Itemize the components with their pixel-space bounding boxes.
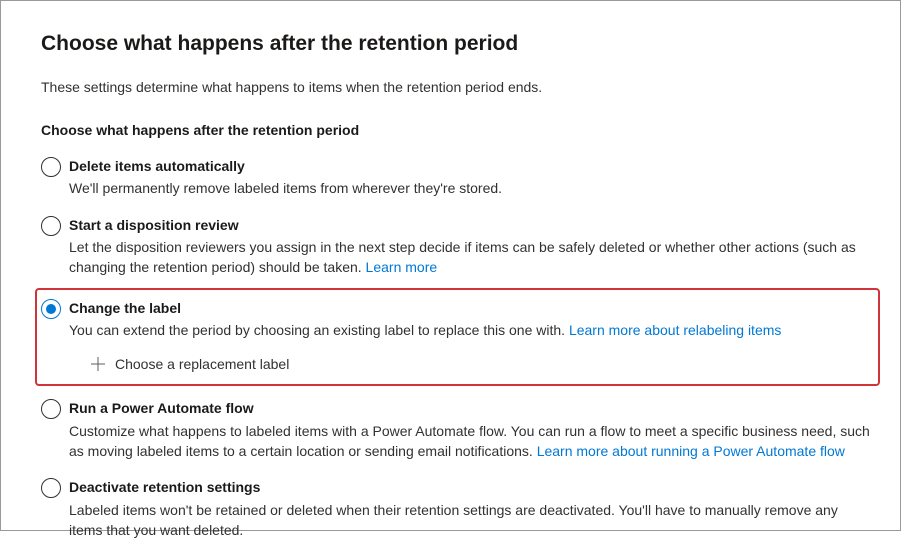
radio-disposition-review[interactable] [41, 216, 61, 236]
option-disposition-desc-text: Let the disposition reviewers you assign… [69, 239, 856, 275]
option-disposition-review[interactable]: Start a disposition review Let the dispo… [41, 209, 870, 288]
radio-power-automate[interactable] [41, 399, 61, 419]
option-change-label-title: Change the label [69, 298, 870, 318]
option-delete-title: Delete items automatically [69, 156, 870, 176]
option-deactivate-title: Deactivate retention settings [69, 477, 870, 497]
option-power-automate[interactable]: Run a Power Automate flow Customize what… [41, 392, 870, 471]
choose-replacement-button[interactable]: Choose a replacement label [89, 354, 870, 374]
radio-delete-automatically[interactable] [41, 157, 61, 177]
option-disposition-title: Start a disposition review [69, 215, 870, 235]
option-change-label-desc-text: You can extend the period by choosing an… [69, 322, 569, 338]
section-label: Choose what happens after the retention … [41, 120, 870, 140]
option-deactivate[interactable]: Deactivate retention settings Labeled it… [41, 471, 870, 550]
page-title: Choose what happens after the retention … [41, 29, 870, 59]
radio-deactivate[interactable] [41, 478, 61, 498]
option-disposition-desc: Let the disposition reviewers you assign… [69, 237, 870, 278]
link-relabeling-learn-more[interactable]: Learn more about relabeling items [569, 322, 781, 338]
option-delete-desc: We'll permanently remove labeled items f… [69, 178, 870, 198]
option-delete-automatically[interactable]: Delete items automatically We'll permane… [41, 150, 870, 209]
option-change-label-desc: You can extend the period by choosing an… [69, 320, 870, 340]
option-deactivate-desc: Labeled items won't be retained or delet… [69, 500, 870, 541]
radio-change-label[interactable] [41, 299, 61, 319]
link-disposition-learn-more[interactable]: Learn more [366, 259, 438, 275]
page-subtitle: These settings determine what happens to… [41, 77, 870, 97]
choose-replacement-label: Choose a replacement label [115, 354, 289, 374]
link-power-automate-learn-more[interactable]: Learn more about running a Power Automat… [537, 443, 845, 459]
option-power-automate-title: Run a Power Automate flow [69, 398, 870, 418]
option-power-automate-desc: Customize what happens to labeled items … [69, 421, 870, 462]
plus-icon [89, 355, 107, 373]
option-change-label[interactable]: Change the label You can extend the peri… [35, 288, 880, 387]
retention-options: Delete items automatically We'll permane… [41, 150, 870, 550]
